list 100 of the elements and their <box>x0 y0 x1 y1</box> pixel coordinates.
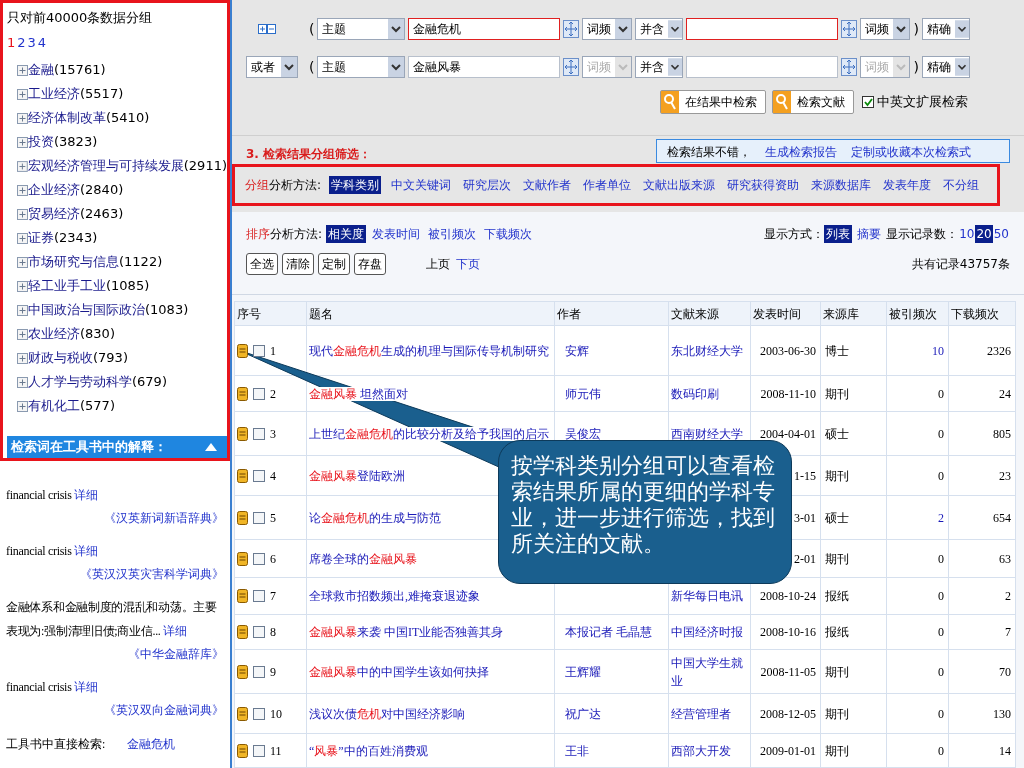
expand-icon[interactable] <box>17 232 28 244</box>
group-option[interactable]: 研究获得资助 <box>725 175 802 194</box>
action-button[interactable]: 全选 <box>246 253 278 276</box>
title-link[interactable]: 金融风暴来袭 中国IT业能否独善其身 <box>309 625 504 639</box>
search-button[interactable]: 检索文献 <box>772 90 854 114</box>
group-option[interactable]: 文献出版来源 <box>641 175 718 194</box>
author-link[interactable]: 吴俊宏 <box>565 426 601 441</box>
add-remove-icon[interactable] <box>258 24 276 34</box>
dropdown[interactable]: 或者 <box>246 56 298 78</box>
category-link[interactable]: 金融 <box>28 60 54 80</box>
group-option[interactable]: 来源数据库 <box>809 175 874 194</box>
page-link[interactable]: 2 <box>17 33 26 53</box>
search-term-field[interactable] <box>686 18 839 40</box>
title-link[interactable]: 席卷全球的金融风暴 <box>309 551 417 566</box>
citation-count[interactable]: 10 <box>932 343 944 358</box>
category-link[interactable]: 中国政治与国际政治 <box>28 300 145 320</box>
category-link[interactable]: 有机化工 <box>28 396 80 416</box>
row-checkbox[interactable] <box>253 590 265 602</box>
author-link[interactable]: 王非 <box>565 743 589 758</box>
expand-icon[interactable] <box>17 352 28 364</box>
sort-option[interactable]: 下载频次 <box>482 225 535 244</box>
title-link[interactable]: “风暴”中的百姓消费观 <box>309 743 428 758</box>
dropdown[interactable]: 并含 <box>635 56 684 78</box>
expand-arrows-icon[interactable] <box>563 20 580 38</box>
collapse-icon[interactable] <box>205 443 217 451</box>
row-checkbox[interactable] <box>253 626 265 638</box>
document-icon[interactable] <box>237 664 248 679</box>
expand-arrows-icon[interactable] <box>841 58 858 76</box>
expand-icon[interactable] <box>17 160 28 172</box>
expand-icon[interactable] <box>17 112 28 124</box>
details-link[interactable]: 详细 <box>74 680 98 694</box>
group-option[interactable]: 中文关键词 <box>389 175 454 194</box>
row-checkbox[interactable] <box>253 552 265 565</box>
count-option[interactable]: 50 <box>992 225 1010 244</box>
page-link[interactable]: 3 <box>27 33 36 53</box>
count-option[interactable]: 10 <box>958 225 976 244</box>
group-option[interactable]: 发表年度 <box>881 175 934 194</box>
row-checkbox[interactable] <box>253 707 265 720</box>
title-link[interactable]: 金融风暴 坦然面对 <box>309 386 408 401</box>
dictionary-link[interactable]: 《中华金融辞库》 <box>128 643 224 665</box>
sort-option[interactable]: 被引频次 <box>426 225 479 244</box>
category-link[interactable]: 轻工业手工业 <box>28 276 106 296</box>
category-link[interactable]: 人才学与劳动科学 <box>28 372 132 392</box>
dropdown[interactable]: 主题 <box>317 56 406 78</box>
row-checkbox[interactable] <box>253 744 265 757</box>
group-option[interactable]: 研究层次 <box>461 175 514 194</box>
dropdown[interactable]: 词频 <box>582 18 633 40</box>
author-link[interactable]: 祝广达 <box>565 706 601 721</box>
display-mode[interactable]: 摘要 <box>855 225 884 244</box>
row-checkbox[interactable] <box>253 511 265 524</box>
expand-icon[interactable] <box>17 280 28 292</box>
title-link[interactable]: 论金融危机的生成与防范 <box>309 510 441 525</box>
category-link[interactable]: 证券 <box>28 228 54 248</box>
sort-option[interactable]: 发表时间 <box>370 225 423 244</box>
row-checkbox[interactable] <box>253 387 265 400</box>
category-link[interactable]: 贸易经济 <box>28 204 80 224</box>
expand-icon[interactable] <box>17 64 28 76</box>
expand-icon[interactable] <box>17 136 28 148</box>
pager-link[interactable]: 下页 <box>456 255 480 274</box>
expand-icon[interactable] <box>17 88 28 100</box>
dropdown[interactable]: 词频 <box>860 18 911 40</box>
search-term-field[interactable]: 金融风暴 <box>408 56 561 78</box>
document-icon[interactable] <box>237 386 248 401</box>
count-option[interactable]: 20 <box>975 225 993 244</box>
row-checkbox[interactable] <box>253 665 265 678</box>
expand-icon[interactable] <box>17 400 28 412</box>
title-link[interactable]: 金融风暴登陆欧洲 <box>309 468 405 483</box>
expand-icon[interactable] <box>17 256 28 268</box>
action-button[interactable]: 清除 <box>282 253 314 276</box>
group-option[interactable]: 学科类别 <box>329 175 382 194</box>
action-button[interactable]: 存盘 <box>354 253 386 276</box>
category-link[interactable]: 工业经济 <box>28 84 80 104</box>
action-button[interactable]: 定制 <box>318 253 350 276</box>
dropdown[interactable]: 并含 <box>635 18 684 40</box>
row-checkbox[interactable] <box>253 469 265 482</box>
title-link[interactable]: 浅议次债危机对中国经济影响 <box>309 706 465 721</box>
document-icon[interactable] <box>237 468 248 483</box>
title-link[interactable]: 上世纪金融危机的比较分析及给予我国的启示 <box>309 426 549 441</box>
expand-icon[interactable] <box>17 376 28 388</box>
title-link[interactable]: 全球救市招数频出,难掩衰退迹象 <box>309 589 480 603</box>
category-link[interactable]: 企业经济 <box>28 180 80 200</box>
expand-arrows-icon[interactable] <box>563 58 580 76</box>
dropdown[interactable]: 精确 <box>921 18 970 40</box>
category-link[interactable]: 投资 <box>28 132 54 152</box>
details-link[interactable]: 详细 <box>163 624 187 638</box>
dictionary-link[interactable]: 《英汉汉英灾害科学词典》 <box>80 563 224 585</box>
document-icon[interactable] <box>237 551 248 566</box>
author-link[interactable]: 本报记者 毛晶慧 <box>565 625 652 639</box>
document-icon[interactable] <box>237 743 248 758</box>
expand-icon[interactable] <box>17 184 28 196</box>
citation-count[interactable]: 2 <box>938 510 944 525</box>
search-term-field[interactable]: 金融危机 <box>408 18 561 40</box>
title-link[interactable]: 金融风暴中的中国学生该如何抉择 <box>309 664 489 679</box>
dropdown[interactable]: 精确 <box>921 56 970 78</box>
category-link[interactable]: 市场研究与信息 <box>28 252 119 272</box>
group-option[interactable]: 不分组 <box>941 175 982 194</box>
display-mode[interactable]: 列表 <box>824 225 853 244</box>
row-checkbox[interactable] <box>253 344 265 357</box>
group-option[interactable]: 作者单位 <box>581 175 634 194</box>
notice-link[interactable]: 定制或收藏本次检索式 <box>851 142 971 162</box>
